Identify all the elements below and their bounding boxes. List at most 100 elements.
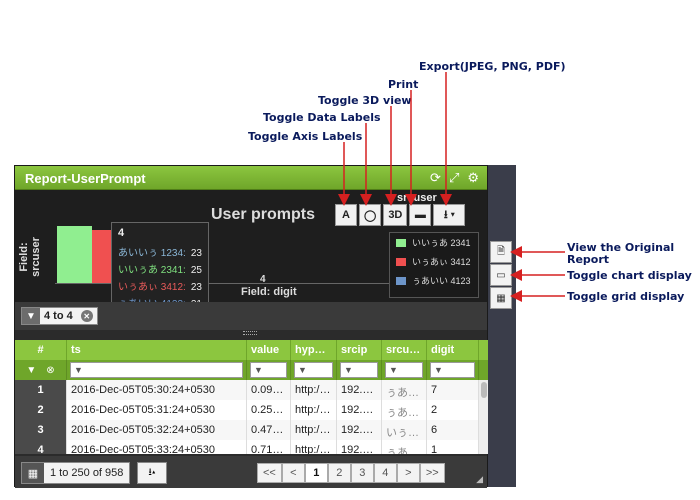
ts-filter: ▼ [67, 360, 247, 380]
toggle-3d-button[interactable]: 3D [383, 204, 408, 226]
grid-icon: ▦ [496, 292, 506, 304]
bar-4-0[interactable] [57, 226, 92, 284]
column-header-value[interactable]: value [247, 340, 291, 360]
page-info: ▦ 1 to 250 of 958 [21, 462, 131, 484]
prev-page-button[interactable]: < [281, 463, 305, 483]
column-header-srcuser[interactable]: srcu… [382, 340, 427, 360]
annotation-toggle-3d: Toggle 3D view [318, 94, 412, 107]
cell-digit: 6 [427, 420, 479, 440]
filter-bar: ▼ 4 to 4 ✕ [15, 302, 487, 330]
chart-area: Field: srcuser User prompts 4 5 Field: d… [15, 190, 487, 318]
tooltip-label: あいいぅ 1234: [118, 248, 186, 259]
chart-title: User prompts [211, 206, 316, 223]
legend-item[interactable]: ぅあいい 4123 [390, 271, 478, 290]
annotation-print: Print [388, 78, 419, 91]
hyperlink-filter-input[interactable]: ▼ [294, 362, 333, 378]
column-header-row-number[interactable]: # [15, 340, 67, 360]
srcip-filter-input[interactable]: ▼ [340, 362, 378, 378]
scrollbar-thumb[interactable] [481, 382, 487, 398]
column-header-srcip[interactable]: srcip [337, 340, 382, 360]
column-header-ts[interactable]: ts [67, 340, 247, 360]
resize-handle[interactable]: ◢ [476, 474, 483, 485]
legend-swatch [396, 276, 406, 285]
cell-srcuser: いぅ… [382, 420, 427, 440]
hyperlink-filter: ▼ [291, 360, 337, 380]
close-icon[interactable]: ✕ [80, 310, 93, 322]
page-button-3[interactable]: 3 [350, 463, 374, 483]
filter-icon[interactable]: ▼ [26, 365, 36, 376]
data-grid: # ts value hyp… srcip srcu… digit ▼ ⊗ ▼ … [15, 340, 489, 454]
cell-value: 0.09… [247, 380, 291, 400]
cell-srcuser: ぅあ… [382, 440, 427, 454]
filter-chip[interactable]: ▼ 4 to 4 ✕ [21, 307, 98, 325]
legend-item[interactable]: いぅあぃ 3412 [390, 252, 478, 271]
cell-digit: 7 [427, 380, 479, 400]
column-header-digit[interactable]: digit [427, 340, 479, 360]
table-row[interactable]: 2 2016-Dec-05T05:31:24+0530 0.25… http:/… [15, 400, 487, 420]
srcuser-filter-input[interactable]: ▼ [385, 362, 423, 378]
toggle-chart-button[interactable]: ▭ [490, 264, 512, 286]
chart-y-axis-label: Field: srcuser [18, 237, 42, 277]
grid-export-button[interactable]: ⭳▴ [137, 462, 167, 484]
toggle-data-labels-button[interactable]: ◯ [359, 204, 382, 226]
cell-srcip: 192.… [337, 400, 382, 420]
expand-icon[interactable]: ⤢ [449, 170, 459, 186]
cell-ts: 2016-Dec-05T05:30:24+0530 [67, 380, 247, 400]
legend-swatch [396, 257, 406, 266]
table-row[interactable]: 4 2016-Dec-05T05:33:24+0530 0.71… http:/… [15, 440, 487, 454]
chart-legend: いいぅあ 2341 いぅあぃ 3412 ぅあいい 4123 [389, 232, 479, 298]
row-number: 3 [15, 420, 67, 440]
toggle-axis-labels-button[interactable]: A [335, 204, 357, 226]
cell-hyperlink[interactable]: http:/… [291, 380, 337, 400]
cell-value: 0.25… [247, 400, 291, 420]
toggle-grid-button[interactable]: ▦ [490, 287, 512, 309]
tooltip-row: いいぅあ 2341: 25 [118, 262, 202, 279]
cell-srcip: 192.… [337, 420, 382, 440]
value-filter-input[interactable]: ▼ [250, 362, 287, 378]
print-button[interactable]: ▬ [409, 204, 432, 226]
table-row[interactable]: 1 2016-Dec-05T05:30:24+0530 0.09… http:/… [15, 380, 487, 400]
view-original-report-button[interactable]: 🗎 [490, 241, 512, 263]
cell-srcuser: ぅあ… [382, 400, 427, 420]
srcip-filter: ▼ [337, 360, 382, 380]
cell-value: 0.47… [247, 420, 291, 440]
side-strip [488, 165, 516, 487]
filter-row-controls: ▼ ⊗ [15, 360, 67, 380]
page-button-4[interactable]: 4 [373, 463, 397, 483]
tooltip-label: いぅあぃ 3412: [118, 282, 186, 293]
annotation-view-original-report: View the Original Report [567, 241, 675, 266]
column-header-hyperlink[interactable]: hyp… [291, 340, 337, 360]
cell-hyperlink[interactable]: http:/… [291, 420, 337, 440]
page-button-1[interactable]: 1 [304, 463, 328, 483]
value-filter: ▼ [247, 360, 291, 380]
clear-filter-icon[interactable]: ⊗ [46, 365, 54, 376]
panel-title: Report-UserPrompt [25, 171, 146, 186]
refresh-icon[interactable]: ⟳ [430, 170, 441, 186]
splitter-handle[interactable] [243, 331, 257, 335]
legend-item[interactable]: いいぅあ 2341 [390, 233, 478, 252]
table-row[interactable]: 3 2016-Dec-05T05:32:24+0530 0.47… http:/… [15, 420, 487, 440]
last-page-button[interactable]: >> [419, 463, 445, 483]
digit-filter-input[interactable]: ▼ [430, 362, 475, 378]
ts-filter-input[interactable]: ▼ [70, 362, 243, 378]
first-page-button[interactable]: << [257, 463, 282, 483]
cell-ts: 2016-Dec-05T05:31:24+0530 [67, 400, 247, 420]
pagination: << < 1 2 3 4 > >> [257, 463, 445, 483]
cell-digit: 2 [427, 400, 479, 420]
export-button[interactable]: ⭳ ▾ [433, 204, 466, 226]
report-panel: Report-UserPrompt ⟳ ⤢ ⚙ Field: srcuser U… [14, 165, 489, 488]
tooltip-value: 23 [190, 248, 202, 259]
cell-hyperlink[interactable]: http:/… [291, 400, 337, 420]
tooltip-label: いいぅあ 2341: [118, 265, 186, 276]
report-icon: 🗎 [496, 245, 506, 257]
chart-icon: ▭ [496, 269, 506, 281]
srcuser-filter: ▼ [382, 360, 427, 380]
grid-footer: ▦ 1 to 250 of 958 ⭳▴ << < 1 2 3 4 > >> ◢ [15, 456, 487, 488]
gear-icon[interactable]: ⚙ [467, 170, 479, 186]
page-range-text: 1 to 250 of 958 [50, 467, 124, 479]
next-page-button[interactable]: > [396, 463, 420, 483]
tooltip-value: 23 [190, 282, 202, 293]
page-button-2[interactable]: 2 [327, 463, 351, 483]
panel-titlebar: Report-UserPrompt ⟳ ⤢ ⚙ [15, 166, 487, 190]
cell-hyperlink[interactable]: http:/… [291, 440, 337, 454]
